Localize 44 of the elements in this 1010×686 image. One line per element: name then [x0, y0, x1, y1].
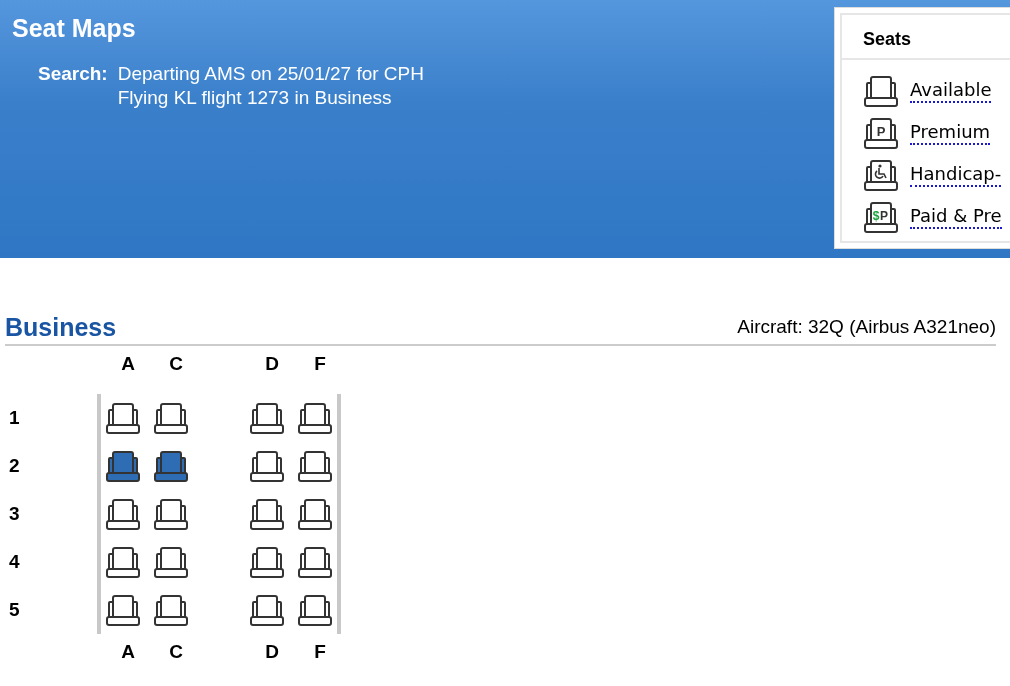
row-number: 5 [8, 598, 21, 622]
column-letter: D [264, 353, 280, 375]
column-letter: C [168, 641, 184, 663]
legend-link[interactable]: Handicap- [910, 163, 1002, 187]
column-letter: F [313, 353, 327, 375]
seat-icon[interactable] [297, 449, 333, 483]
column-letter: D [264, 641, 280, 663]
seat-icon[interactable] [297, 545, 333, 579]
search-summary: Departing AMS on 25/01/27 for CPH [117, 63, 424, 85]
row-number: 4 [8, 550, 21, 574]
legend-link[interactable]: Premium [910, 121, 991, 145]
aircraft-label: Aircraft: 32Q (Airbus A321neo) [737, 316, 996, 339]
seat-icon[interactable] [249, 497, 285, 531]
legend-link[interactable]: Paid & Pre [910, 205, 1002, 229]
seat-icon[interactable] [153, 545, 189, 579]
column-letter: F [313, 641, 327, 663]
seat-icon[interactable] [105, 545, 141, 579]
seat-icon[interactable] [105, 497, 141, 531]
search-summary: Flying KL flight 1273 in Business [117, 87, 393, 109]
column-letter: C [168, 353, 184, 375]
seat-icon[interactable] [153, 401, 189, 435]
row-number: 1 [8, 406, 21, 430]
seat-icon[interactable] [153, 449, 189, 483]
legend-title: Seats [842, 15, 1010, 60]
row-number: 3 [8, 502, 21, 526]
seat-icon[interactable] [153, 497, 189, 531]
legend-link[interactable]: Available [910, 79, 992, 103]
seat-icon[interactable] [105, 401, 141, 435]
seat-icon[interactable] [297, 593, 333, 627]
seat-icon[interactable] [249, 449, 285, 483]
seat-icon[interactable] [249, 545, 285, 579]
seat-icon[interactable] [153, 593, 189, 627]
column-letter: A [120, 641, 136, 663]
search-label: Search: [38, 63, 108, 86]
cabin-title: Business [5, 313, 117, 342]
seat-icon[interactable] [105, 449, 141, 483]
seat-icon[interactable] [249, 401, 285, 435]
page-title: Seat Maps [12, 14, 136, 43]
seat-icon[interactable] [297, 401, 333, 435]
seat-icon[interactable] [297, 497, 333, 531]
seat-icon[interactable] [105, 593, 141, 627]
column-letter: A [120, 353, 136, 375]
seat-icon[interactable] [249, 593, 285, 627]
row-number: 2 [8, 454, 21, 478]
